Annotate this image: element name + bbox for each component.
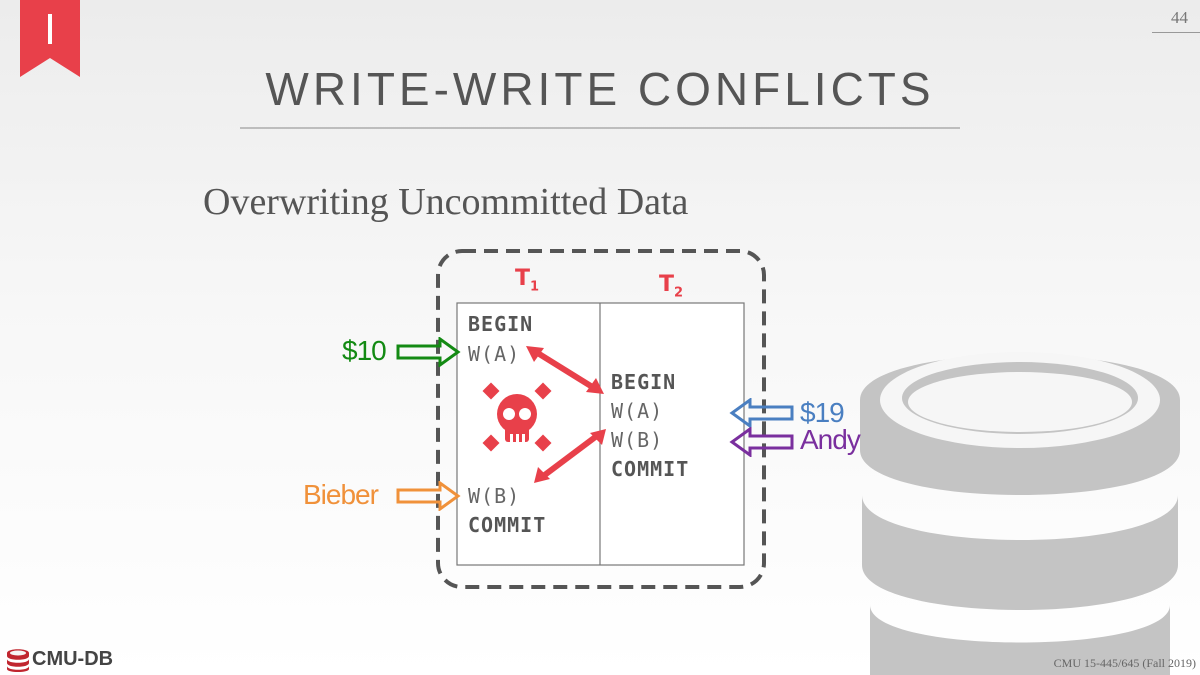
t1-op-write-a: W(A) [468, 342, 521, 366]
slide-number-divider [1152, 32, 1200, 33]
slide-title: WRITE-WRITE CONFLICTS [265, 63, 935, 115]
t1-op-begin: BEGIN [468, 312, 534, 336]
txn-t1-name: T [515, 266, 531, 291]
txn-t1-label: T1 [515, 266, 539, 294]
txn-t2-name: T [659, 272, 675, 297]
slide-number: 44 [1171, 8, 1188, 27]
arrow-into-t2-write-b [729, 427, 794, 457]
footer-course: CMU 15-445/645 (Fall 2019) [1053, 656, 1196, 670]
skull-crossbones-icon [482, 382, 552, 452]
t2-op-write-b: W(B) [611, 428, 664, 452]
cmu-db-logo-icon [7, 649, 29, 672]
t2-op-begin: BEGIN [611, 370, 677, 394]
txn-t2-subscript: 2 [674, 285, 684, 301]
t2-op-write-a: W(A) [611, 399, 664, 423]
logo-text: CMU-DB [32, 648, 114, 670]
slide-subtitle: Overwriting Uncommitted Data [203, 181, 689, 223]
arrow-into-t1-write-a [396, 337, 461, 367]
value-t1-write-b: Bieber [303, 479, 379, 510]
txn-t1-subscript: 1 [530, 279, 540, 295]
value-t1-write-a: $10 [342, 335, 387, 366]
t2-op-commit: COMMIT [611, 457, 690, 481]
t1-op-write-b: W(B) [468, 484, 521, 508]
arrow-into-t1-write-b [396, 481, 461, 511]
txn-t2-label: T2 [659, 272, 683, 300]
title-divider [240, 127, 960, 129]
bookmark-icon [20, 0, 80, 77]
value-t2-write-b: Andy [800, 424, 861, 455]
t1-op-commit: COMMIT [468, 513, 547, 537]
database-icon [860, 352, 1180, 675]
arrow-into-t2-write-a [729, 398, 794, 428]
